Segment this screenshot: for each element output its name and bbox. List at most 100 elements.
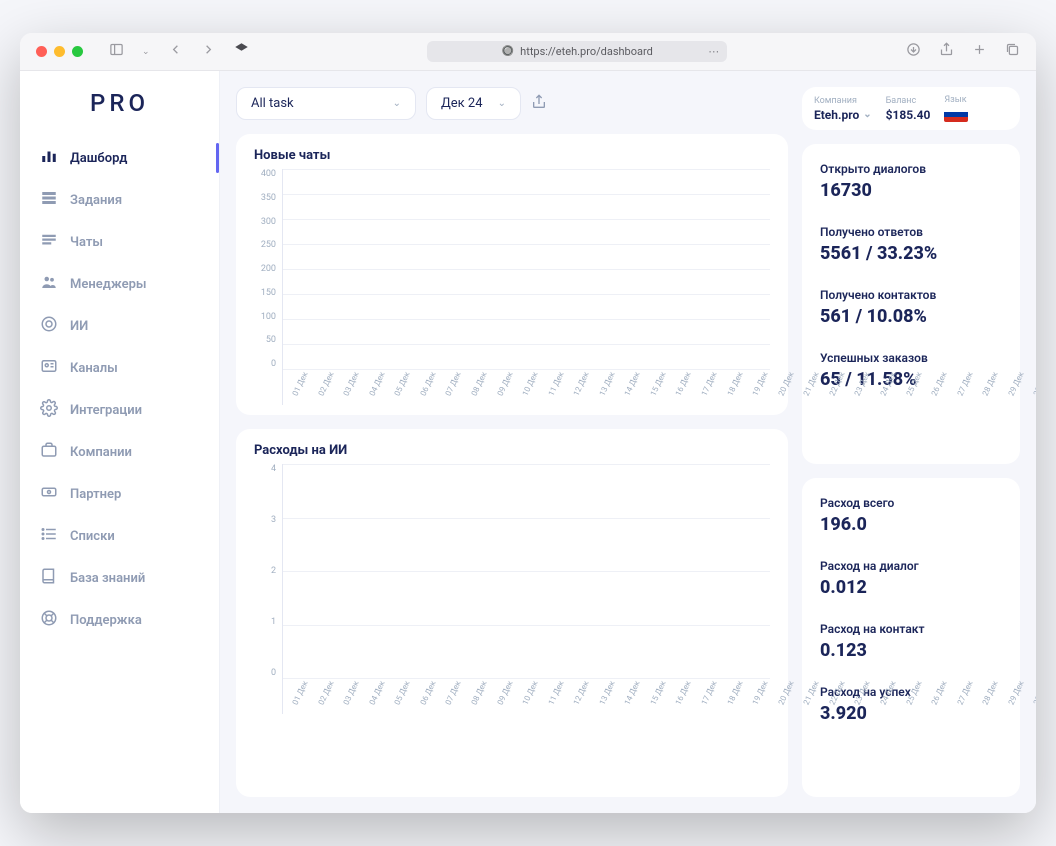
briefcase-icon [40, 441, 58, 463]
cash-icon [40, 483, 58, 505]
x-axis: 01 Дек02 Дек03 Дек04 Дек05 Дек06 Дек07 Д… [283, 369, 770, 405]
gear-icon [40, 399, 58, 421]
sidebar-item-label: Каналы [70, 361, 118, 376]
sidebar: PRO ДашбордЗадания Чаты Менеджеры ИИ Каналы И… [20, 71, 220, 813]
sidebar-item-0[interactable]: Дашборд [20, 137, 219, 179]
sidebar-item-2[interactable]: Чаты [20, 221, 219, 263]
bars [283, 169, 770, 369]
new-tab-icon[interactable] [972, 42, 987, 61]
spend-chart-card: Расходы на ИИ 4321001 Дек02 Дек03 Дек04 … [236, 429, 788, 797]
chats-chart-card: Новые чаты 40035030025020015010050001 Де… [236, 134, 788, 415]
target-icon [40, 315, 58, 337]
address-bar[interactable]: 🔘 https://eteh.pro/dashboard ⋯ [427, 41, 727, 62]
site-settings-icon[interactable]: 🔘 [502, 46, 514, 57]
stat-label: Получено ответов [820, 225, 1002, 239]
sidebar-item-9[interactable]: Списки [20, 515, 219, 557]
sidebar-item-3[interactable]: Менеджеры [20, 263, 219, 305]
tabs-icon[interactable] [1005, 42, 1020, 61]
id-card-icon [40, 357, 58, 379]
users-icon [40, 273, 58, 295]
chart-bar-icon [40, 147, 58, 169]
balance-label: Баланс [886, 96, 931, 106]
stat-item: Расход на диалог 0.012 [820, 559, 1002, 598]
chevron-down-icon: ⌄ [498, 98, 506, 109]
stat-label: Расход на контакт [820, 622, 1002, 636]
account-header: Компания Eteh.pro⌄ Баланс $185.40 Язык [802, 87, 1020, 130]
task-select[interactable]: All task ⌄ [236, 87, 416, 120]
stat-value: 5561 / 33.23% [820, 243, 1002, 264]
sidebar-item-10[interactable]: База знаний [20, 557, 219, 599]
lifebuoy-icon [40, 609, 58, 631]
book-icon [40, 567, 58, 589]
browser-window: ⌄ 🔘 https://eteh.pro/dashboard ⋯ PRO Даш… [20, 33, 1036, 813]
stat-item: Получено ответов 5561 / 33.23% [820, 225, 1002, 264]
sidebar-item-label: Чаты [70, 235, 103, 250]
sidebar-toggle-icon[interactable] [109, 42, 124, 61]
list-icon [40, 525, 58, 547]
stat-value: 561 / 10.08% [820, 306, 1002, 327]
filter-bar: All task ⌄ Дек 24 ⌄ [236, 87, 788, 120]
month-select[interactable]: Дек 24 ⌄ [426, 87, 521, 120]
close-window-button[interactable] [36, 46, 47, 57]
stat-value: 0.123 [820, 640, 1002, 661]
page-menu-icon[interactable]: ⋯ [708, 45, 719, 58]
sidebar-item-label: ИИ [70, 319, 88, 334]
stat-value: 0.012 [820, 577, 1002, 598]
language-flag[interactable] [944, 107, 968, 122]
stat-value: 196.0 [820, 514, 1002, 535]
sidebar-item-5[interactable]: Каналы [20, 347, 219, 389]
sidebar-item-label: Партнер [70, 487, 121, 502]
stat-label: Получено контактов [820, 288, 1002, 302]
minimize-window-button[interactable] [54, 46, 65, 57]
sidebar-item-label: Поддержка [70, 613, 142, 628]
stat-label: Успешных заказов [820, 351, 1002, 365]
share-icon[interactable] [939, 42, 954, 61]
y-axis: 43210 [254, 464, 282, 678]
download-icon[interactable] [906, 42, 921, 61]
export-icon[interactable] [531, 94, 547, 114]
stat-label: Расход на диалог [820, 559, 1002, 573]
back-icon[interactable] [168, 42, 183, 61]
y-axis: 400350300250200150100500 [254, 169, 282, 369]
stat-label: Расход всего [820, 496, 1002, 510]
maximize-window-button[interactable] [72, 46, 83, 57]
main-content: All task ⌄ Дек 24 ⌄ Новые чаты 400350300… [220, 71, 1036, 813]
x-axis: 01 Дек02 Дек03 Дек04 Дек05 Дек06 Дек07 Д… [283, 678, 770, 714]
stat-item: Получено контактов 561 / 10.08% [820, 288, 1002, 327]
sidebar-item-7[interactable]: Компании [20, 431, 219, 473]
tasks-icon [40, 189, 58, 211]
bars [283, 464, 770, 678]
chat-icon [40, 231, 58, 253]
month-select-value: Дек 24 [441, 96, 483, 111]
chevron-down-icon: ⌄ [863, 109, 871, 120]
sidebar-item-4[interactable]: ИИ [20, 305, 219, 347]
company-select[interactable]: Eteh.pro⌄ [814, 108, 872, 122]
logo: PRO [20, 71, 219, 137]
stats-panel-1: Открыто диалогов 16730 Получено ответов 556… [802, 144, 1020, 464]
task-select-value: All task [251, 96, 294, 111]
company-label: Компания [814, 96, 872, 106]
stat-item: Расход на контакт 0.123 [820, 622, 1002, 661]
sidebar-item-label: Компании [70, 445, 132, 460]
traffic-lights [36, 46, 83, 57]
stat-value: 16730 [820, 180, 1002, 201]
sidebar-item-1[interactable]: Задания [20, 179, 219, 221]
sidebar-item-label: Менеджеры [70, 277, 147, 292]
chart-title: Новые чаты [254, 148, 770, 163]
sidebar-item-label: Интеграции [70, 403, 142, 418]
sidebar-item-11[interactable]: Поддержка [20, 599, 219, 641]
chart-title: Расходы на ИИ [254, 443, 770, 458]
sidebar-item-label: База знаний [70, 571, 145, 586]
sidebar-item-6[interactable]: Интеграции [20, 389, 219, 431]
chevron-down-icon[interactable]: ⌄ [142, 47, 150, 57]
stat-item: Открыто диалогов 16730 [820, 162, 1002, 201]
stats-panel-2: Расход всего196.0Расход на диалог0.012Ра… [802, 478, 1020, 798]
layers-icon[interactable] [234, 42, 249, 61]
balance-value: $185.40 [886, 108, 931, 122]
stat-label: Открыто диалогов [820, 162, 1002, 176]
titlebar: ⌄ 🔘 https://eteh.pro/dashboard ⋯ [20, 33, 1036, 71]
language-label: Язык [944, 95, 968, 105]
forward-icon[interactable] [201, 42, 216, 61]
sidebar-item-8[interactable]: Партнер [20, 473, 219, 515]
chevron-down-icon: ⌄ [393, 98, 401, 109]
